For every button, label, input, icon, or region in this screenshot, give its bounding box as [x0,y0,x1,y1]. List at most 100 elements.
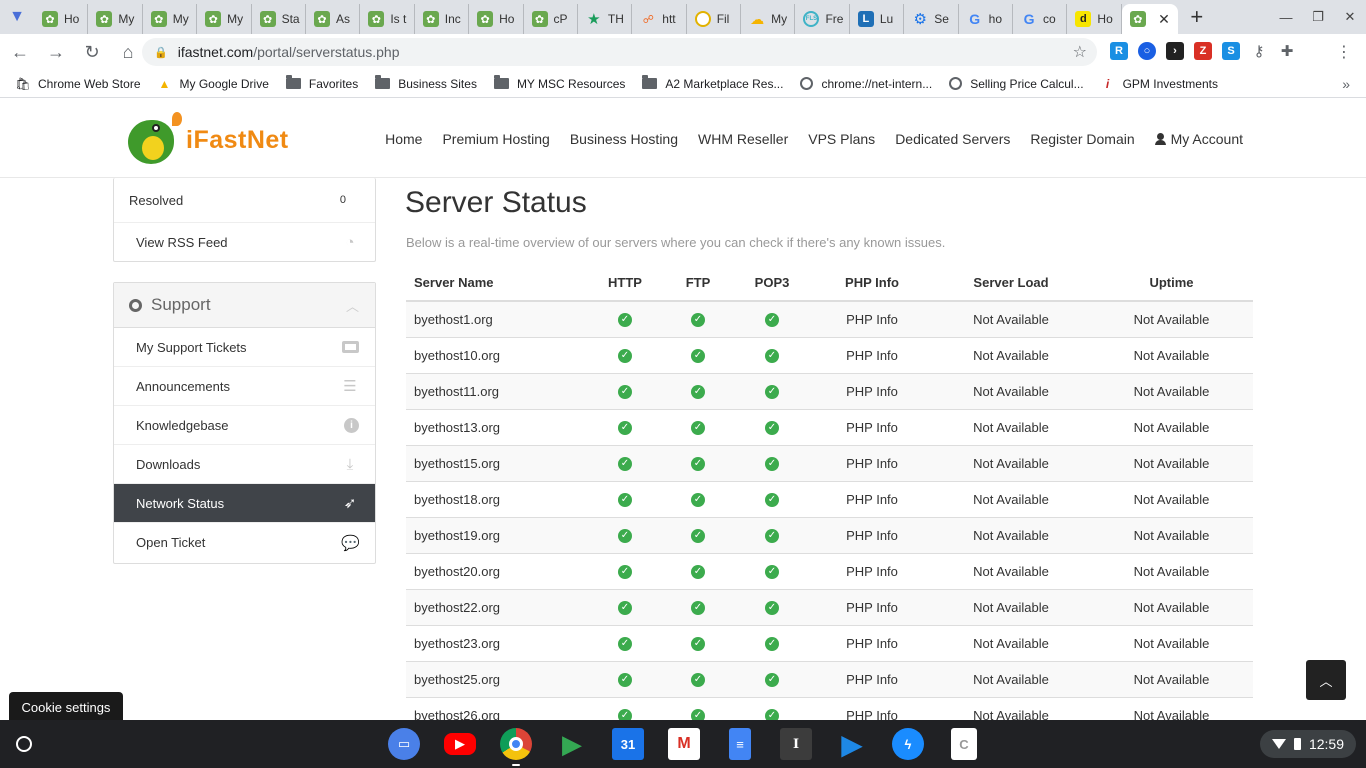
browser-tab[interactable]: ✿ My [197,4,252,34]
browser-tab[interactable]: ★ TH [578,4,633,34]
browser-tab[interactable]: ✿ As [306,4,361,34]
home-icon[interactable]: ⌂ [112,36,144,68]
launcher-icon[interactable] [12,732,36,756]
lock-icon[interactable]: 🔒 [154,46,168,59]
gmail-icon[interactable]: M [668,728,700,760]
pdf-extension-icon[interactable]: Z [1194,42,1212,60]
bookmark-item[interactable]: Selling Price Calcul... [949,77,1084,91]
key-extension-icon[interactable]: ⚷ [1250,42,1268,60]
php-info-link[interactable]: PHP Info [812,336,932,373]
cookie-settings-button[interactable]: Cookie settings [9,692,123,722]
http-status-cell: ✓ [586,300,664,337]
browser-tab[interactable]: Gho [959,4,1014,34]
nav-my-account[interactable]: My Account [1154,131,1243,147]
close-window-icon[interactable]: ✕ [1334,0,1366,34]
browser-tab[interactable]: d Ho [1067,4,1122,34]
check-circle-icon: ✓ [691,420,705,435]
new-tab-button[interactable]: + [1182,2,1212,32]
nav-whm-reseller[interactable]: WHM Reseller [698,131,788,147]
sidebar-item-my-support-tickets[interactable]: My Support Tickets [114,328,375,367]
nav-register-domain[interactable]: Register Domain [1030,131,1134,147]
bookmark-item[interactable]: MY MSC Resources [493,75,625,91]
docs-icon[interactable]: ≡ [729,728,751,760]
terminal-extension-icon[interactable]: › [1166,42,1184,60]
puzzle-extensions-icon[interactable]: ✚ [1278,42,1296,60]
php-info-link[interactable]: PHP Info [812,552,932,589]
nav-home[interactable]: Home [385,131,422,147]
reload-icon[interactable]: ↻ [76,36,108,68]
active-tab[interactable]: ✿ ✕ [1121,4,1178,34]
browser-tab[interactable]: ✿ Sta [252,4,306,34]
address-bar[interactable]: 🔒 ifastnet.com/portal/serverstatus.php ☆ [142,38,1097,66]
sidebar-item-open-ticket[interactable]: Open Ticket 💬 [114,523,375,562]
php-info-link[interactable]: PHP Info [812,588,932,625]
status-tray[interactable]: 12:59 [1259,730,1356,758]
chrome-menu-icon[interactable]: ⋮ [1336,42,1352,62]
s-extension-icon[interactable]: S [1222,42,1240,60]
php-info-link[interactable]: PHP Info [812,444,932,481]
browser-tab[interactable]: ☍ htt [632,4,687,34]
blue-ring-extension-icon[interactable]: ○ [1138,42,1156,60]
view-rss-feed-link[interactable]: View RSS Feed ◔ [114,223,375,262]
support-panel-header[interactable]: Support ︿ [114,283,375,328]
browser-tab[interactable]: ✿ My [143,4,198,34]
browser-tab[interactable]: L Lu [850,4,905,34]
bookmark-item[interactable]: Favorites [285,75,358,91]
nav-dedicated-servers[interactable]: Dedicated Servers [895,131,1010,147]
play-movies-icon[interactable]: ▶ [836,728,868,760]
browser-tab[interactable]: ✿ Is t [360,4,415,34]
php-info-link[interactable]: PHP Info [812,480,932,517]
server-name-cell: byethost20.org [406,552,586,589]
sidebar-item-downloads[interactable]: Downloads ⤓ [114,445,375,484]
filter-resolved[interactable]: Resolved 0 [114,178,375,223]
browser-tab[interactable]: ✿ Ho [469,4,524,34]
php-info-link[interactable]: PHP Info [812,624,932,661]
nav-business-hosting[interactable]: Business Hosting [570,131,678,147]
minimize-icon[interactable]: — [1270,0,1302,34]
php-info-link[interactable]: PHP Info [812,408,932,445]
play-store-icon[interactable]: ▶ [556,728,588,760]
bookmark-item[interactable]: A2 Marketplace Res... [642,75,783,91]
php-info-link[interactable]: PHP Info [812,516,932,553]
chrome-icon[interactable] [500,728,532,766]
restore-icon[interactable]: ❐ [1302,0,1334,34]
clipboard-icon[interactable]: C [951,728,977,760]
back-arrow-icon[interactable]: ← [4,36,36,68]
bookmark-item[interactable]: 🛍 Chrome Web Store [15,77,140,91]
chevron-up-icon[interactable]: ︿ [346,296,359,315]
browser-tab[interactable]: Gco [1013,4,1068,34]
browser-tab[interactable]: ✿ My [88,4,143,34]
nav-premium-hosting[interactable]: Premium Hosting [442,131,549,147]
bookmark-item[interactable]: chrome://net-intern... [800,77,932,91]
php-info-link[interactable]: PHP Info [812,660,932,697]
files-icon[interactable]: ▭ [388,728,420,760]
bookmark-item[interactable]: ▲ My Google Drive [158,77,269,91]
bookmark-item[interactable]: Business Sites [375,75,477,91]
bookmark-star-icon[interactable]: ☆ [1073,42,1087,62]
tab-search-icon[interactable]: ▼ [0,0,34,34]
forward-arrow-icon[interactable]: → [40,36,72,68]
browser-tab[interactable]: ☁ My [741,4,796,34]
youtube-icon[interactable]: ▶ [444,733,476,755]
php-info-link[interactable]: PHP Info [812,300,932,337]
r-extension-icon[interactable]: R [1110,42,1128,60]
sidebar-item-knowledgebase[interactable]: Knowledgebase i [114,406,375,445]
sidebar-item-network-status[interactable]: Network Status ➶ [114,484,375,523]
more-bookmarks-icon[interactable]: » [1342,76,1350,92]
browser-tab[interactable]: ✿ Ho [34,4,89,34]
messenger-icon[interactable]: ϟ [892,728,924,760]
browser-tab[interactable]: FLS Fre [795,4,850,34]
sidebar-item-announcements[interactable]: Announcements ☰ [114,367,375,406]
browser-tab[interactable]: ✿ Inc [415,4,470,34]
text-app-icon[interactable]: I [780,728,812,760]
php-info-link[interactable]: PHP Info [812,372,932,409]
nav-vps-plans[interactable]: VPS Plans [808,131,875,147]
back-to-top-button[interactable]: ︿ [1306,660,1346,700]
close-tab-icon[interactable]: ✕ [1158,11,1170,28]
ifastnet-logo[interactable]: iFastNet [122,112,289,168]
calendar-icon[interactable]: 31 [612,728,644,760]
browser-tab[interactable]: Fil [687,4,742,34]
browser-tab[interactable]: ✿ cP [524,4,578,34]
bookmark-item[interactable]: i GPM Investments [1101,77,1218,91]
browser-tab[interactable]: ⚙ Se [904,4,959,34]
